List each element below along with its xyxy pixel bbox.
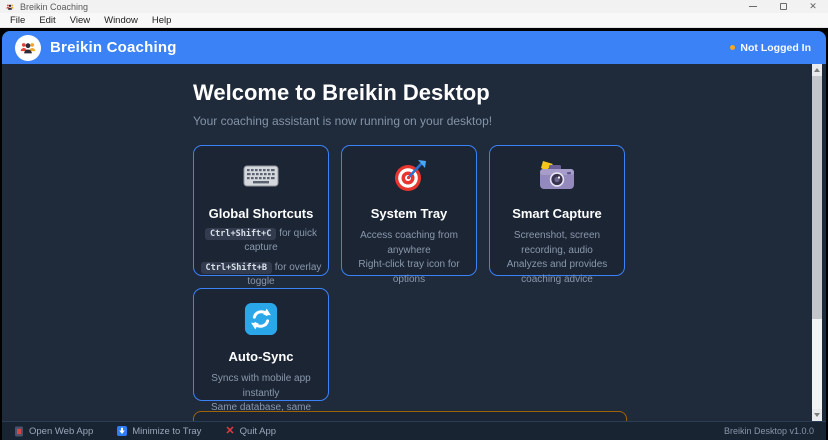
window-controls: ✕ — [738, 0, 828, 13]
footer-bar: Open Web App Minimize to Tray ✕ Quit App… — [2, 421, 826, 440]
sync-arrows-icon — [199, 299, 323, 339]
quit-app-button[interactable]: ✕ Quit App — [225, 426, 276, 437]
card-system-tray: System Tray Access coaching from anywher… — [341, 145, 477, 276]
camera-flash-icon — [495, 156, 619, 196]
quit-app-label: Quit App — [240, 426, 276, 437]
card-title: System Tray — [347, 206, 471, 221]
card-line: Access coaching from anywhere — [347, 229, 471, 258]
menu-view[interactable]: View — [63, 15, 97, 26]
page-subtitle: Your coaching assistant is now running o… — [193, 114, 826, 128]
open-web-app-button[interactable]: Open Web App — [14, 426, 93, 437]
minimize-icon[interactable] — [738, 0, 768, 13]
app-header: Breikin Coaching Not Logged In — [2, 31, 826, 64]
app-icon — [5, 2, 15, 12]
menubar: File Edit View Window Help — [0, 13, 828, 28]
card-line: Analyzes and provides coaching advice — [495, 258, 619, 287]
scrollbar-up-arrow[interactable] — [812, 64, 822, 76]
titlebar: Breikin Coaching ✕ — [0, 0, 828, 13]
open-web-app-label: Open Web App — [29, 426, 93, 437]
app-version: Breikin Desktop v1.0.0 — [724, 426, 814, 436]
kbd-badge: Ctrl+Shift+C — [205, 228, 276, 240]
quit-x-icon: ✕ — [225, 426, 234, 437]
main-content: Welcome to Breikin Desktop Your coaching… — [2, 64, 826, 401]
webview: Breikin Coaching Not Logged In Welcome t… — [2, 31, 826, 440]
close-icon[interactable]: ✕ — [798, 0, 828, 13]
card-description: Screenshot, screen recording, audio Anal… — [495, 229, 619, 287]
maximize-icon[interactable] — [768, 0, 798, 13]
scrollbar[interactable] — [812, 64, 822, 421]
login-status[interactable]: Not Logged In — [730, 42, 813, 54]
card-line: Syncs with mobile app instantly — [199, 372, 323, 401]
card-auto-sync: Auto-Sync Syncs with mobile app instantl… — [193, 288, 329, 401]
window-title: Breikin Coaching — [20, 2, 88, 12]
keyboard-icon — [199, 156, 323, 196]
minimize-to-tray-label: Minimize to Tray — [132, 426, 201, 437]
people-group-icon — [15, 35, 41, 61]
web-app-icon — [14, 426, 24, 437]
card-description: Access coaching from anywhere Right-clic… — [347, 229, 471, 287]
card-title: Smart Capture — [495, 206, 619, 221]
card-line: Right-click tray icon for options — [347, 258, 471, 287]
menu-window[interactable]: Window — [97, 15, 145, 26]
card-global-shortcuts: Global Shortcuts Ctrl+Shift+C for quick … — [193, 145, 329, 276]
tray-down-arrow-icon — [117, 426, 127, 436]
status-dot-icon — [730, 45, 735, 50]
card-title: Auto-Sync — [199, 349, 323, 364]
target-dart-icon — [347, 156, 471, 196]
menu-file[interactable]: File — [3, 15, 32, 26]
menu-help[interactable]: Help — [145, 15, 179, 26]
card-line: Screenshot, screen recording, audio — [495, 229, 619, 258]
shortcut-line: Ctrl+Shift+B for overlay toggle — [199, 261, 323, 289]
page-title: Welcome to Breikin Desktop — [193, 80, 826, 106]
scrollbar-thumb[interactable] — [812, 76, 822, 319]
login-status-label: Not Logged In — [740, 42, 811, 54]
shortcut-line: Ctrl+Shift+C for quick capture — [199, 227, 323, 255]
minimize-to-tray-button[interactable]: Minimize to Tray — [117, 426, 201, 437]
kbd-badge: Ctrl+Shift+B — [201, 262, 272, 274]
brand-title: Breikin Coaching — [50, 39, 177, 56]
card-smart-capture: Smart Capture Screenshot, screen recordi… — [489, 145, 625, 276]
card-title: Global Shortcuts — [199, 206, 323, 221]
app-window: Breikin Coaching ✕ File Edit View Window… — [0, 0, 828, 440]
scrollbar-down-arrow[interactable] — [812, 409, 822, 421]
feature-cards: Global Shortcuts Ctrl+Shift+C for quick … — [193, 145, 826, 401]
menu-edit[interactable]: Edit — [32, 15, 62, 26]
